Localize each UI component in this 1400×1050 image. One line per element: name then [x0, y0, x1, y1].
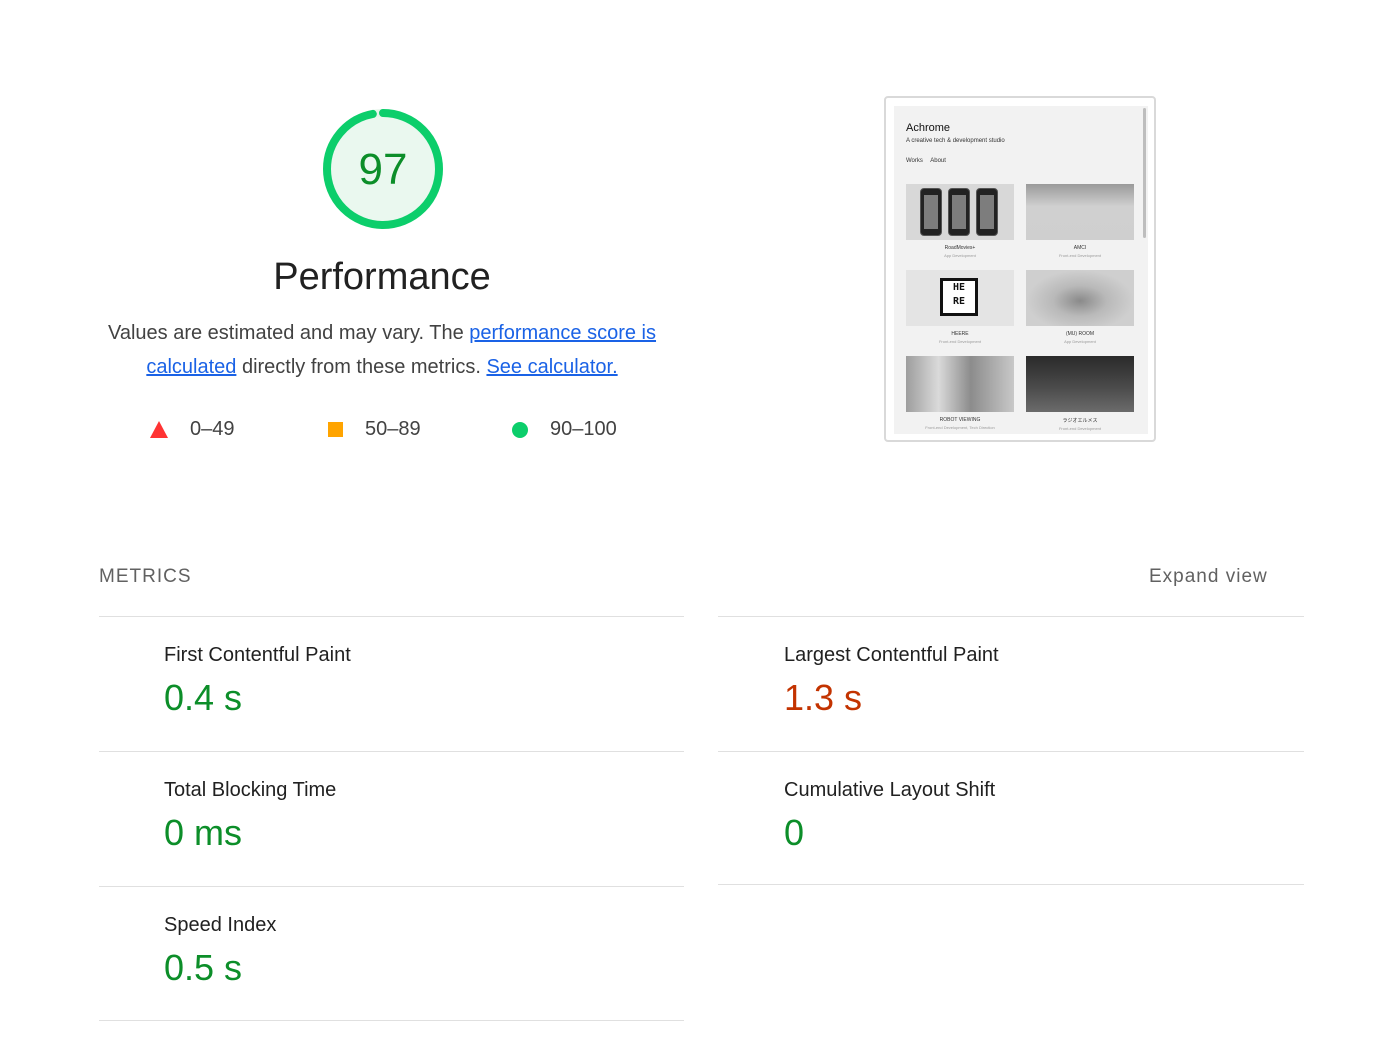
- final-screenshot[interactable]: Achrome A creative tech & development st…: [884, 96, 1156, 442]
- screenshot-card: ROBOT VIEWING Front-end Development, Tec…: [906, 356, 1014, 430]
- score-description: Values are estimated and may vary. The p…: [96, 316, 668, 384]
- description-text-1: Values are estimated and may vary. The: [107, 322, 470, 344]
- metric-name: Speed Index: [164, 914, 277, 936]
- divider: [99, 751, 684, 752]
- screenshot-tagline: A creative tech & development studio: [906, 138, 1005, 144]
- metric-name: Cumulative Layout Shift: [784, 779, 996, 801]
- card-image: [906, 356, 1014, 412]
- legend-average-range: 50–89: [365, 418, 421, 440]
- metrics-heading: METRICS: [99, 566, 192, 587]
- card-image: HE RE: [906, 270, 1014, 326]
- legend-pass: 90–100: [512, 418, 617, 441]
- screenshot-brand: Achrome: [906, 122, 951, 134]
- phone-image: [920, 188, 942, 236]
- screenshot-card: AMCI Front-end Development: [1026, 184, 1134, 258]
- circle-icon: [512, 421, 528, 438]
- category-title: Performance: [273, 256, 491, 298]
- card-subtitle: Front-end Development: [1058, 426, 1102, 431]
- metric-value: 0.5 s: [164, 947, 243, 988]
- screenshot-scrollbar: [1143, 108, 1146, 238]
- card-title: (MU) ROOM: [1065, 331, 1095, 337]
- metric-name: Total Blocking Time: [164, 779, 337, 801]
- metric-first-contentful-paint: First Contentful Paint 0.4 s: [164, 644, 684, 719]
- legend-average: 50–89: [328, 418, 421, 441]
- screenshot-card: HE RE HEERE Front-end Development: [906, 270, 1014, 344]
- screenshot-nav-about: About: [930, 158, 946, 164]
- legend-fail-range: 0–49: [190, 418, 235, 440]
- screenshot-card: ラジオエルメス Front-end Development: [1026, 356, 1134, 431]
- card-image: [1026, 184, 1134, 240]
- screenshot-nav-works: Works: [906, 158, 923, 164]
- phone-image: [976, 188, 998, 236]
- expand-view-button[interactable]: Expand view: [1149, 566, 1268, 588]
- divider: [99, 886, 684, 887]
- card-subtitle: Front-end Development, Tech Direction: [925, 425, 995, 430]
- metric-cumulative-layout-shift: Cumulative Layout Shift 0: [784, 779, 1304, 854]
- card-subtitle: Front-end Development: [938, 339, 982, 344]
- description-text-2: directly from these metrics.: [236, 356, 487, 378]
- card-title: ラジオエルメス: [1062, 418, 1098, 424]
- card-subtitle: App Development: [944, 253, 976, 258]
- card-title: HEERE: [951, 331, 969, 337]
- screenshot-nav: Works About: [906, 158, 952, 164]
- card-title: RoadMovies+: [944, 245, 976, 251]
- legend-pass-range: 90–100: [550, 418, 617, 440]
- card-image: [1026, 356, 1134, 412]
- metric-name: Largest Contentful Paint: [784, 644, 999, 666]
- metric-value: 0 ms: [164, 812, 243, 853]
- divider: [99, 1020, 684, 1021]
- card-title: AMCI: [1073, 245, 1087, 251]
- card-image: [1026, 270, 1134, 326]
- metric-value: 0: [784, 812, 805, 853]
- metric-value: 1.3 s: [784, 677, 863, 718]
- divider: [99, 616, 684, 617]
- metric-name: First Contentful Paint: [164, 644, 351, 666]
- divider: [718, 751, 1304, 752]
- metric-value: 0.4 s: [164, 677, 243, 718]
- card-title: ROBOT VIEWING: [939, 417, 981, 423]
- heere-logo-image: HE RE: [940, 278, 978, 316]
- metric-total-blocking-time: Total Blocking Time 0 ms: [164, 779, 684, 854]
- phone-image: [948, 188, 970, 236]
- screenshot-page: Achrome A creative tech & development st…: [894, 106, 1148, 434]
- square-icon: [328, 422, 343, 437]
- performance-score-value: 97: [358, 145, 408, 194]
- card-subtitle: App Development: [1064, 339, 1096, 344]
- see-calculator-link[interactable]: See calculator.: [486, 356, 617, 378]
- metric-largest-contentful-paint: Largest Contentful Paint 1.3 s: [784, 644, 1304, 719]
- divider: [718, 884, 1304, 885]
- triangle-icon: [150, 421, 168, 438]
- performance-score-gauge: 97: [318, 104, 448, 234]
- metric-speed-index: Speed Index 0.5 s: [164, 914, 684, 989]
- screenshot-card: (MU) ROOM App Development: [1026, 270, 1134, 344]
- card-image: [906, 184, 1014, 240]
- screenshot-card: RoadMovies+ App Development: [906, 184, 1014, 258]
- card-subtitle: Front-end Development: [1058, 253, 1102, 258]
- divider: [718, 616, 1304, 617]
- legend-fail: 0–49: [150, 418, 235, 441]
